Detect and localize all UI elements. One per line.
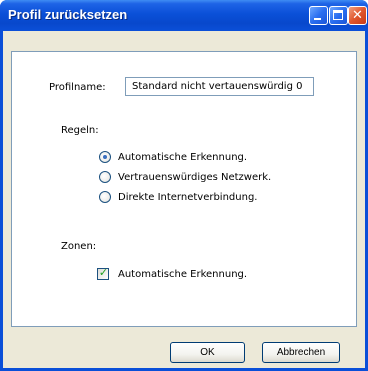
cancel-button[interactable]: Abbrechen [262,342,340,363]
radio-label-trusted-network: Vertrauenswürdiges Netzwerk. [118,172,272,183]
maximize-button[interactable] [329,6,348,25]
checkbox-label-zones-automatic-detection: Automatische Erkennung. [118,269,248,280]
zones-label: Zonen: [61,241,97,252]
radio-label-direct-internet: Direkte Internetverbindung. [118,192,258,203]
radio-trusted-network[interactable] [99,171,111,183]
radio-label-automatic-detection: Automatische Erkennung. [118,152,248,163]
rules-label: Regeln: [61,125,99,136]
profile-name-field[interactable]: Standard nicht vertauenswürdig 0 [125,77,314,96]
check-icon: ✓ [98,266,109,279]
minimize-button[interactable] [309,6,328,25]
maximize-icon [333,10,343,20]
profile-name-label: Profilname: [49,82,106,93]
window-title: Profil zurücksetzen [8,7,128,22]
close-button[interactable]: ✕ [348,6,367,25]
title-bar[interactable]: Profil zurücksetzen ✕ [0,0,368,31]
radio-automatic-detection[interactable] [99,151,111,163]
checkbox-zones-automatic-detection[interactable]: ✓ [97,266,109,280]
radio-selected-indicator [103,155,107,159]
close-icon: ✕ [352,8,363,23]
ok-button[interactable]: OK [170,342,245,363]
radio-direct-internet[interactable] [99,191,111,203]
minimize-icon [314,18,321,20]
